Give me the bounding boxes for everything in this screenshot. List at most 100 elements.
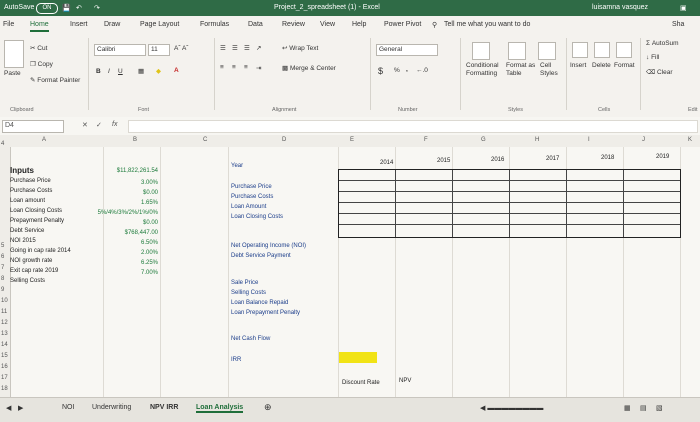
tab-power-pivot[interactable]: Power Pivot xyxy=(384,21,421,28)
enter-icon[interactable]: ✓ xyxy=(96,121,102,129)
column-header-i[interactable]: I xyxy=(588,137,590,143)
format-as-table-label[interactable]: Format as Table xyxy=(506,62,536,78)
currency-button[interactable]: $ xyxy=(378,66,383,76)
tab-insert[interactable]: Insert xyxy=(70,21,88,28)
italic-button[interactable]: I xyxy=(108,68,110,75)
align-right-icon[interactable]: ≡ xyxy=(244,64,248,71)
cell-styles-label[interactable]: Cell Styles xyxy=(540,62,564,78)
scroll-right-icon[interactable]: ▶ xyxy=(18,404,23,412)
row-header[interactable]: 12 xyxy=(1,320,8,326)
borders-icon[interactable]: ▦ xyxy=(138,67,144,75)
formula-input[interactable] xyxy=(128,120,698,133)
bold-button[interactable]: B xyxy=(96,68,101,75)
column-header-c[interactable]: C xyxy=(203,137,207,143)
ribbon-display-icon[interactable]: ▣ xyxy=(680,4,687,12)
input-value[interactable]: 3.00% xyxy=(104,180,158,186)
font-color-icon[interactable]: A xyxy=(174,67,179,74)
scroll-left-icon[interactable]: ◀ xyxy=(6,404,11,412)
conditional-formatting-label[interactable]: Conditional Formatting xyxy=(466,62,506,78)
column-header-f[interactable]: F xyxy=(424,137,428,143)
input-value[interactable]: $0.00 xyxy=(104,220,158,226)
input-value[interactable]: 1.65% xyxy=(104,200,158,206)
wrap-text-button[interactable]: ↩ Wrap Text xyxy=(282,44,318,52)
merge-center-button[interactable]: ▩ Merge & Center xyxy=(282,64,336,72)
tab-view[interactable]: View xyxy=(320,21,335,28)
page-break-view-icon[interactable]: ▧ xyxy=(656,404,663,412)
row-header[interactable]: 13 xyxy=(1,331,8,337)
column-header-e[interactable]: E xyxy=(350,137,354,143)
column-header-d[interactable]: D xyxy=(282,137,286,143)
number-format-dropdown[interactable]: General xyxy=(376,44,438,56)
row-header[interactable]: 8 xyxy=(1,276,4,282)
sheet-tab-npv-irr[interactable]: NPV IRR xyxy=(150,404,178,411)
clear-button[interactable]: ⌫ Clear xyxy=(646,68,673,76)
format-as-table-icon[interactable] xyxy=(508,42,526,60)
row-header[interactable]: 5 xyxy=(1,243,4,249)
row-header[interactable]: 15 xyxy=(1,353,8,359)
save-icon[interactable]: 💾 xyxy=(62,4,71,12)
tab-home[interactable]: Home xyxy=(30,21,49,32)
column-header-j[interactable]: J xyxy=(642,137,645,143)
format-cells-icon[interactable] xyxy=(616,42,632,58)
row-header[interactable]: 9 xyxy=(1,287,4,293)
tab-review[interactable]: Review xyxy=(282,21,305,28)
align-middle-icon[interactable]: ☰ xyxy=(232,44,238,52)
delete-label[interactable]: Delete xyxy=(592,62,611,69)
cut-button[interactable]: ✂ Cut xyxy=(30,44,47,52)
font-name-dropdown[interactable]: Calibri xyxy=(94,44,146,56)
insert-function-button[interactable]: fx xyxy=(112,121,117,128)
format-label[interactable]: Format xyxy=(614,62,635,69)
name-box[interactable]: D4 xyxy=(2,120,64,133)
column-header-k[interactable]: K xyxy=(688,137,692,143)
tab-page-layout[interactable]: Page Layout xyxy=(140,21,179,28)
align-center-icon[interactable]: ≡ xyxy=(232,64,236,71)
share-button[interactable]: Sha xyxy=(672,21,684,28)
column-header-b[interactable]: B xyxy=(133,137,137,143)
fill-color-icon[interactable]: ◆ xyxy=(156,67,161,75)
row-header[interactable]: 17 xyxy=(1,375,8,381)
redo-icon[interactable]: ↷ xyxy=(94,4,100,12)
column-header-a[interactable]: A xyxy=(42,137,46,143)
undo-icon[interactable]: ↶ xyxy=(76,4,82,12)
tab-data[interactable]: Data xyxy=(248,21,263,28)
orientation-icon[interactable]: ↗ xyxy=(256,44,261,52)
row-header[interactable]: 7 xyxy=(1,265,4,271)
sheet-tab-noi[interactable]: NOI xyxy=(62,404,74,411)
row-header[interactable]: 11 xyxy=(1,309,7,315)
conditional-formatting-icon[interactable] xyxy=(472,42,490,60)
autosum-button[interactable]: Σ AutoSum xyxy=(646,40,679,47)
sheet-tab-underwriting[interactable]: Underwriting xyxy=(92,404,131,411)
cancel-icon[interactable]: ✕ xyxy=(82,121,88,129)
copy-button[interactable]: ❐ Copy xyxy=(30,60,53,68)
percent-button[interactable]: % xyxy=(394,67,400,74)
row-header[interactable]: 6 xyxy=(1,254,4,260)
sheet-tab-loan-analysis[interactable]: Loan Analysis xyxy=(196,404,244,413)
indent-icon[interactable]: ⇥ xyxy=(256,64,261,72)
row-header[interactable]: 4 xyxy=(1,141,4,147)
tab-file[interactable]: File xyxy=(3,21,14,28)
tab-draw[interactable]: Draw xyxy=(104,21,120,28)
align-bottom-icon[interactable]: ☰ xyxy=(244,44,250,52)
input-value[interactable]: 2.00% xyxy=(104,250,158,256)
insert-cells-icon[interactable] xyxy=(572,42,588,58)
input-value[interactable]: $11,822,261.54 xyxy=(104,168,158,174)
page-layout-view-icon[interactable]: ▤ xyxy=(640,404,647,412)
delete-cells-icon[interactable] xyxy=(594,42,610,58)
paste-button[interactable] xyxy=(4,40,24,68)
input-value[interactable]: $0.00 xyxy=(104,190,158,196)
format-painter-button[interactable]: ✎ Format Painter xyxy=(30,76,80,84)
grow-font-icon[interactable]: Aˆ Aˇ xyxy=(174,45,188,52)
align-left-icon[interactable]: ≡ xyxy=(220,64,224,71)
horizontal-scrollbar[interactable]: ◀ ▬▬▬▬▬▬▬▬ xyxy=(480,404,543,412)
irr-cell-highlight[interactable] xyxy=(339,352,377,363)
column-header-g[interactable]: G xyxy=(481,137,486,143)
insert-label[interactable]: Insert xyxy=(570,62,586,69)
cell-styles-icon[interactable] xyxy=(538,42,556,60)
input-value[interactable]: 6.25% xyxy=(104,260,158,266)
input-value[interactable]: 7.00% xyxy=(104,270,158,276)
user-name[interactable]: luisamna vasquez xyxy=(592,4,648,11)
row-header[interactable]: 16 xyxy=(1,364,8,370)
font-size-dropdown[interactable]: 11 xyxy=(148,44,170,56)
fill-button[interactable]: ↓ Fill xyxy=(646,54,659,61)
normal-view-icon[interactable]: ▦ xyxy=(624,404,631,412)
